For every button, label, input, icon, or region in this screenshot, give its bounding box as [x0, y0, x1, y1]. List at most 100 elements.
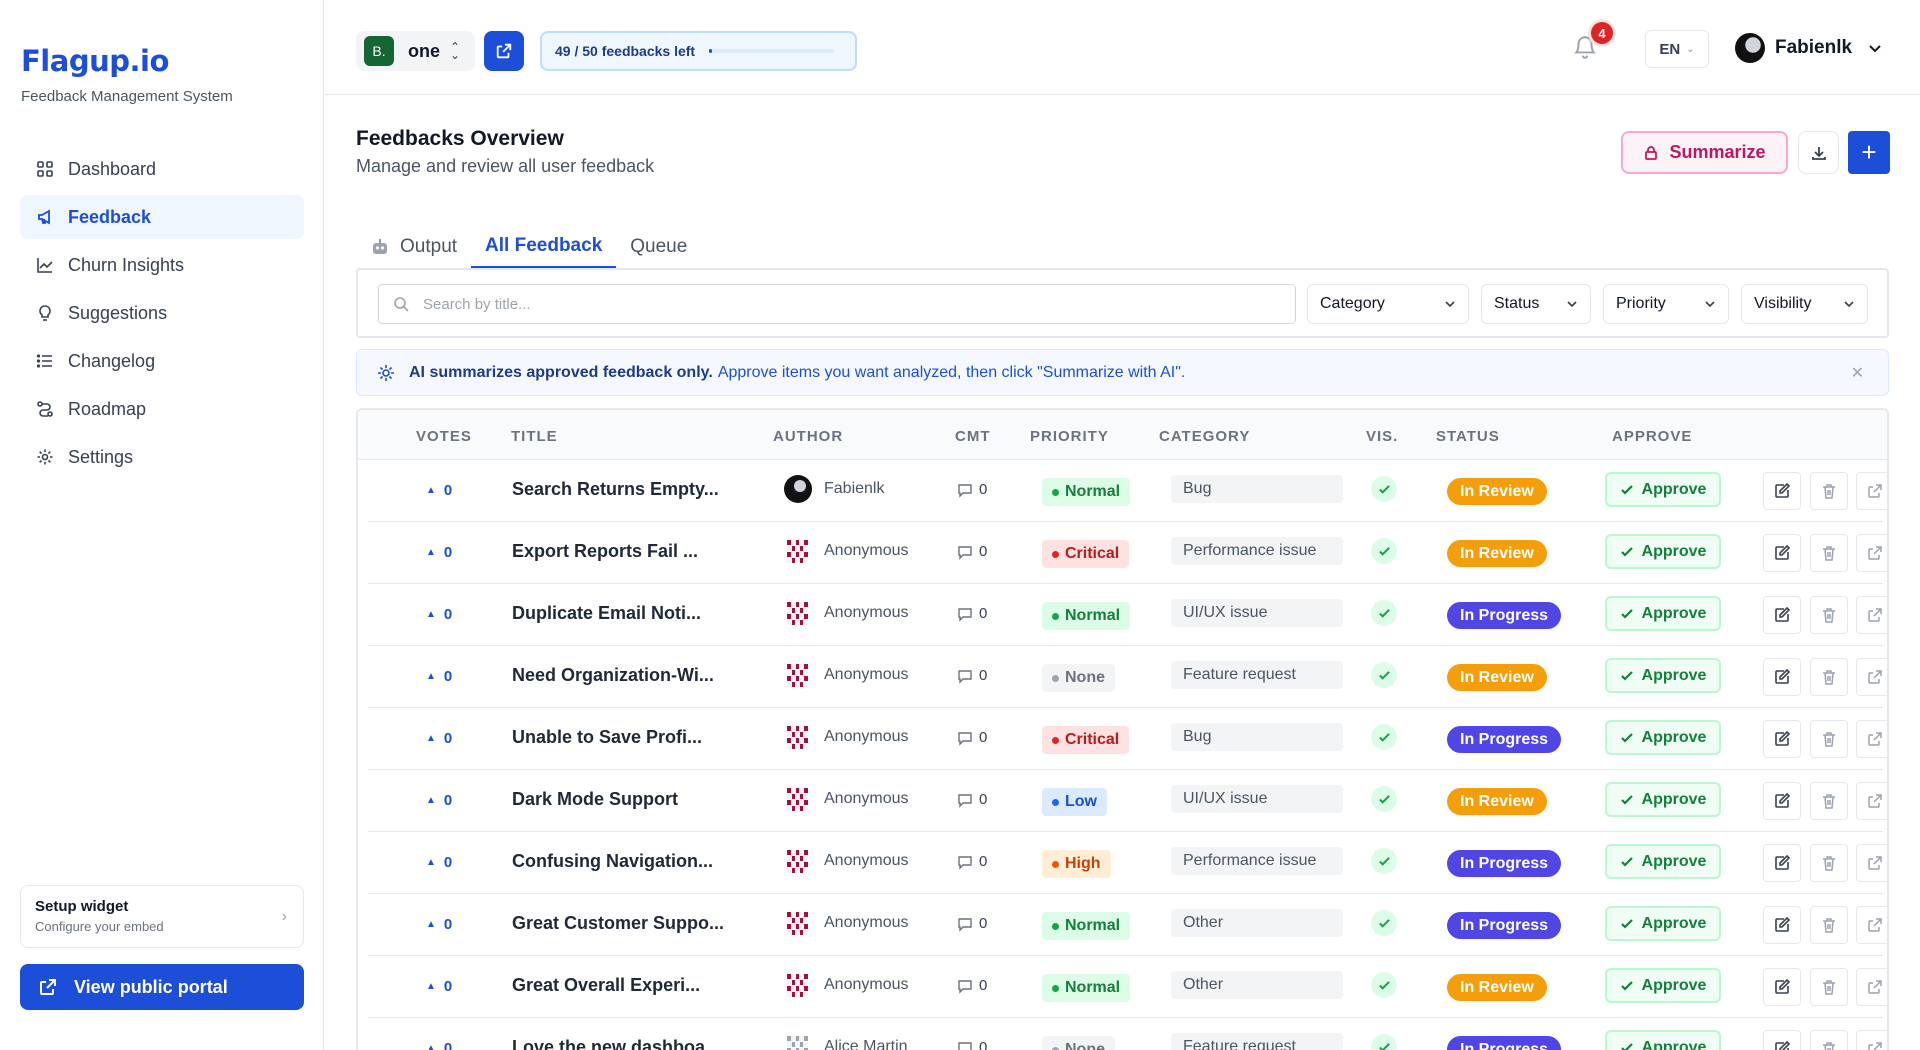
delete-button[interactable] [1810, 968, 1848, 1006]
approve-button[interactable]: Approve [1605, 720, 1721, 755]
tab-all-feedback[interactable]: All Feedback [471, 226, 617, 268]
upvote-button[interactable]: ▲ 0 [426, 730, 452, 747]
column-header-votes[interactable]: VOTES [416, 428, 472, 445]
column-header-visibility[interactable]: VIS. [1366, 428, 1398, 445]
sidebar-item-churn-insights[interactable]: Churn Insights [20, 243, 304, 287]
status-badge[interactable]: In Progress [1447, 850, 1562, 877]
upvote-button[interactable]: ▲ 0 [426, 1040, 452, 1050]
add-feedback-button[interactable]: + [1848, 131, 1890, 174]
visibility-toggle[interactable] [1371, 724, 1397, 750]
column-header-comments[interactable]: CMT [955, 428, 991, 445]
upvote-button[interactable]: ▲ 0 [426, 792, 452, 809]
feedback-title[interactable]: Dark Mode Support [512, 789, 678, 810]
visibility-toggle[interactable] [1371, 662, 1397, 688]
summarize-button[interactable]: Summarize [1621, 131, 1788, 174]
upvote-button[interactable]: ▲ 0 [426, 544, 452, 561]
visibility-toggle[interactable] [1371, 848, 1397, 874]
sidebar-item-dashboard[interactable]: Dashboard [20, 147, 304, 191]
feedback-title[interactable]: Export Reports Fail ... [512, 541, 698, 562]
column-header-priority[interactable]: PRIORITY [1030, 428, 1109, 445]
table-row[interactable]: ▲ 0 Love the new dashboa... Alice Martin 0 No… [368, 1018, 1887, 1050]
open-feedback-button[interactable] [1856, 720, 1887, 758]
open-feedback-button[interactable] [1856, 472, 1887, 510]
status-badge[interactable]: In Progress [1447, 912, 1562, 939]
delete-button[interactable] [1810, 906, 1848, 944]
edit-button[interactable] [1763, 596, 1801, 634]
edit-button[interactable] [1763, 534, 1801, 572]
priority-filter[interactable]: Priority [1603, 284, 1729, 324]
delete-button[interactable] [1810, 782, 1848, 820]
table-row[interactable]: ▲ 0 Great Customer Suppo... Anonymous 0 Norma… [368, 894, 1887, 956]
edit-button[interactable] [1763, 720, 1801, 758]
open-feedback-button[interactable] [1856, 534, 1887, 572]
open-feedback-button[interactable] [1856, 782, 1887, 820]
upvote-button[interactable]: ▲ 0 [426, 978, 452, 995]
edit-button[interactable] [1763, 658, 1801, 696]
approve-button[interactable]: Approve [1605, 472, 1721, 507]
category-filter[interactable]: Category [1307, 284, 1469, 324]
visibility-toggle[interactable] [1371, 910, 1397, 936]
feedback-title[interactable]: Need Organization-Wi... [512, 665, 714, 686]
visibility-toggle[interactable] [1371, 538, 1397, 564]
close-icon[interactable]: ✕ [1851, 363, 1864, 383]
status-badge[interactable]: In Progress [1447, 726, 1562, 753]
table-row[interactable]: ▲ 0 Export Reports Fail ... Anonymous 0 Criti… [368, 522, 1887, 584]
status-badge[interactable]: In Review [1447, 540, 1547, 567]
brand-logo[interactable]: Flagup.io [21, 44, 169, 78]
visibility-toggle[interactable] [1371, 476, 1397, 502]
column-header-approve[interactable]: APPROVE [1612, 428, 1692, 445]
delete-button[interactable] [1810, 596, 1848, 634]
sidebar-item-feedback[interactable]: Feedback [20, 195, 304, 239]
approve-button[interactable]: Approve [1605, 782, 1721, 817]
open-feedback-button[interactable] [1856, 844, 1887, 882]
status-badge[interactable]: In Review [1447, 664, 1547, 691]
sidebar-item-settings[interactable]: Settings [20, 435, 304, 479]
sidebar-item-changelog[interactable]: Changelog [20, 339, 304, 383]
edit-button[interactable] [1763, 844, 1801, 882]
status-filter[interactable]: Status [1481, 284, 1591, 324]
column-header-title[interactable]: TITLE [511, 428, 558, 445]
approve-button[interactable]: Approve [1605, 844, 1721, 879]
edit-button[interactable] [1763, 472, 1801, 510]
feedback-title[interactable]: Great Overall Experi... [512, 975, 700, 996]
open-feedback-button[interactable] [1856, 968, 1887, 1006]
table-row[interactable]: ▲ 0 Search Returns Empty... Fabienlk 0 Normal… [368, 460, 1887, 522]
visibility-filter[interactable]: Visibility [1741, 284, 1868, 324]
upvote-button[interactable]: ▲ 0 [426, 854, 452, 871]
open-feedback-button[interactable] [1856, 596, 1887, 634]
approve-button[interactable]: Approve [1605, 658, 1721, 693]
visibility-toggle[interactable] [1371, 1034, 1397, 1050]
open-feedback-button[interactable] [1856, 1030, 1887, 1050]
project-switcher[interactable]: B. one ⌃ ⌄ [356, 31, 475, 71]
upvote-button[interactable]: ▲ 0 [426, 482, 452, 499]
table-row[interactable]: ▲ 0 Duplicate Email Noti... Anonymous 0 Norma… [368, 584, 1887, 646]
edit-button[interactable] [1763, 782, 1801, 820]
upvote-button[interactable]: ▲ 0 [426, 606, 452, 623]
delete-button[interactable] [1810, 720, 1848, 758]
delete-button[interactable] [1810, 1030, 1848, 1050]
download-button[interactable] [1798, 131, 1839, 174]
sidebar-item-suggestions[interactable]: Suggestions [20, 291, 304, 335]
approve-button[interactable]: Approve [1605, 596, 1721, 631]
language-select[interactable]: EN ⌄ [1645, 30, 1709, 68]
delete-button[interactable] [1810, 472, 1848, 510]
approve-button[interactable]: Approve [1605, 906, 1721, 941]
visibility-toggle[interactable] [1371, 600, 1397, 626]
edit-button[interactable] [1763, 906, 1801, 944]
upvote-button[interactable]: ▲ 0 [426, 668, 452, 685]
table-row[interactable]: ▲ 0 Great Overall Experi... Anonymous 0 Norma… [368, 956, 1887, 1018]
delete-button[interactable] [1810, 844, 1848, 882]
tab-output[interactable]: Output [356, 226, 471, 268]
upvote-button[interactable]: ▲ 0 [426, 916, 452, 933]
status-badge[interactable]: In Review [1447, 478, 1547, 505]
status-badge[interactable]: In Review [1447, 788, 1547, 815]
search-input[interactable]: Search by title... [378, 284, 1296, 324]
feedback-title[interactable]: Great Customer Suppo... [512, 913, 724, 934]
open-feedback-button[interactable] [1856, 658, 1887, 696]
approve-button[interactable]: Approve [1605, 968, 1721, 1003]
table-row[interactable]: ▲ 0 Need Organization-Wi... Anonymous 0 None F… [368, 646, 1887, 708]
feedback-title[interactable]: Duplicate Email Noti... [512, 603, 701, 624]
edit-button[interactable] [1763, 1030, 1801, 1050]
delete-button[interactable] [1810, 534, 1848, 572]
visibility-toggle[interactable] [1371, 972, 1397, 998]
